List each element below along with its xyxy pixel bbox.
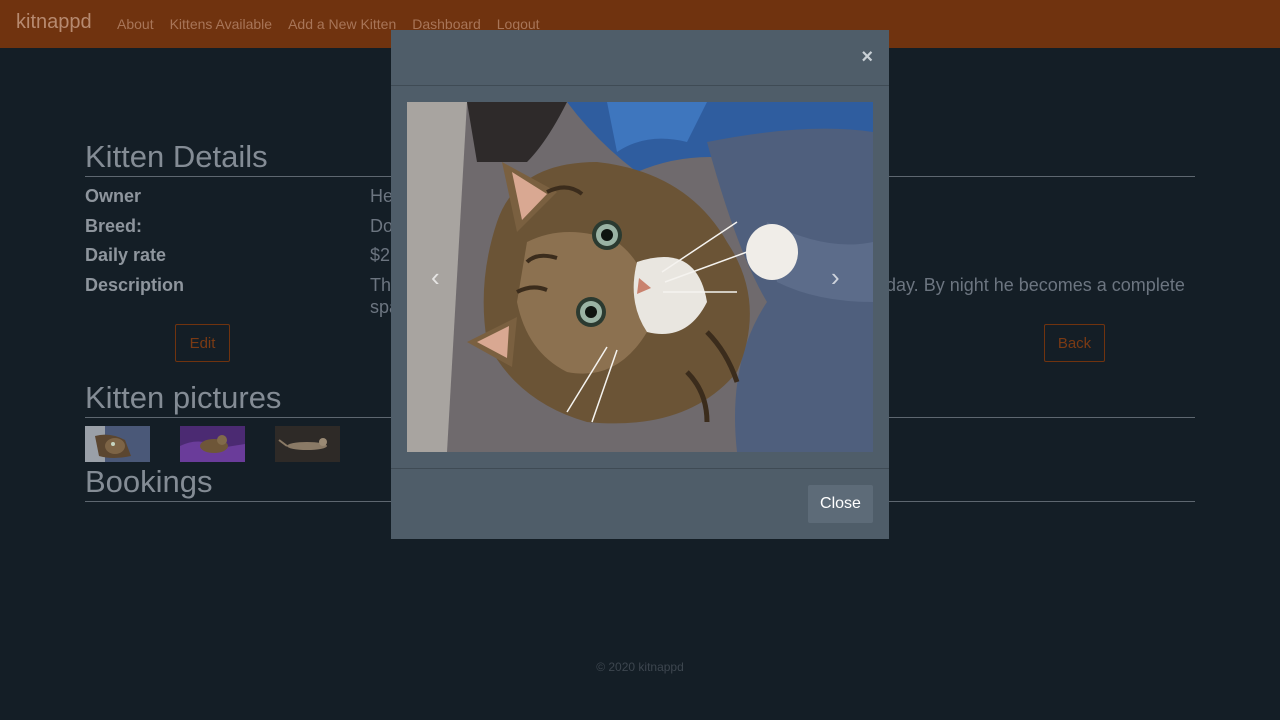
- chevron-left-icon[interactable]: ‹: [431, 262, 440, 293]
- kitten-photo: [407, 102, 873, 452]
- modal-header: ×: [391, 30, 889, 86]
- close-button[interactable]: Close: [808, 485, 873, 523]
- modal-body: ‹ ›: [407, 102, 873, 452]
- modal-footer: Close: [391, 468, 889, 539]
- chevron-right-icon[interactable]: ›: [831, 262, 840, 293]
- image-carousel: ‹ ›: [407, 102, 873, 452]
- image-modal: × ‹ › Close: [391, 30, 889, 539]
- close-icon[interactable]: ×: [861, 46, 873, 69]
